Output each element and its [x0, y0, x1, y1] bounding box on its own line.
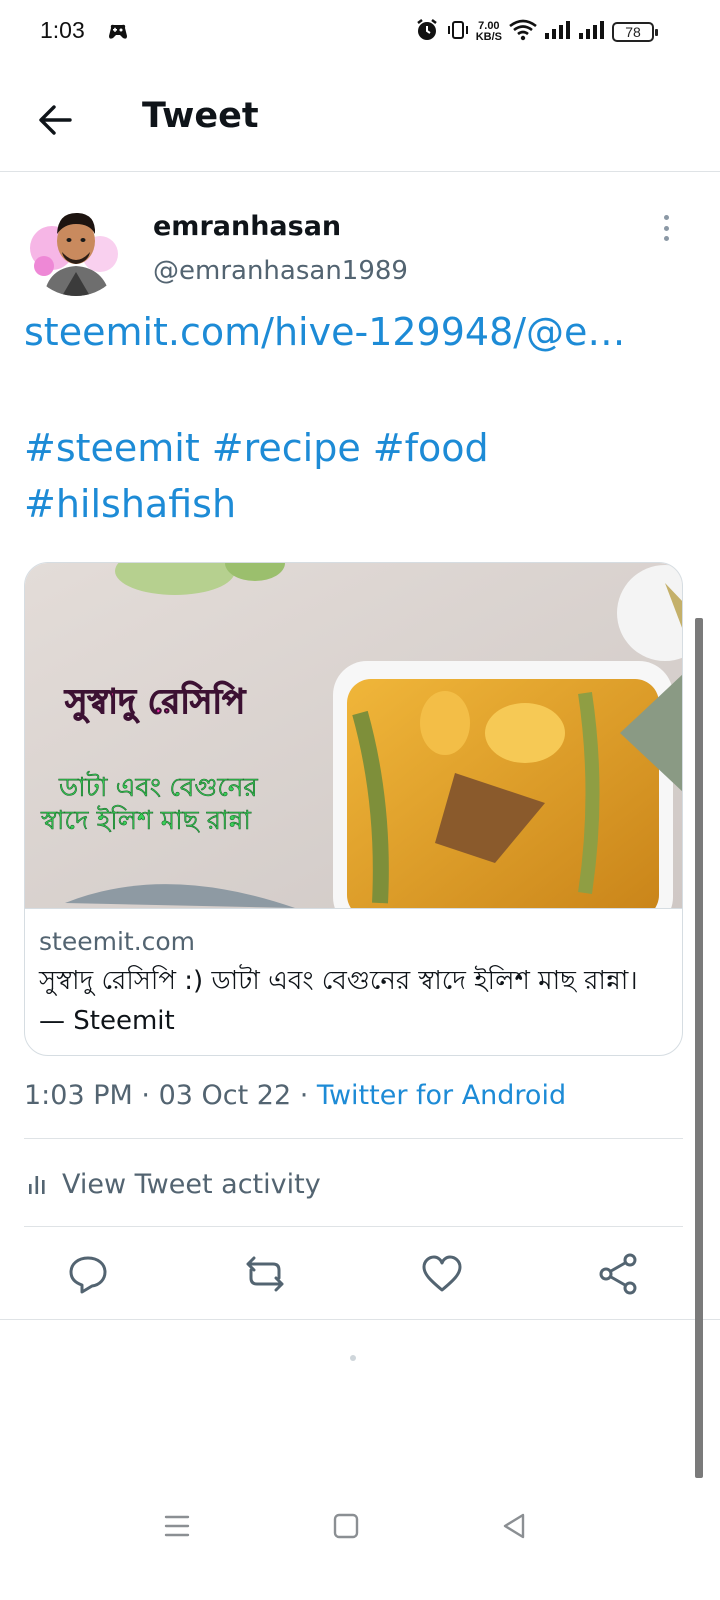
author-handle[interactable]: @emranhasan1989 [153, 256, 408, 286]
home-icon [333, 1513, 359, 1539]
arrow-left-icon [39, 105, 72, 135]
network-speed-unit: KB/S [475, 31, 502, 43]
signal-icon [544, 19, 572, 45]
hashtag-link[interactable]: #hilshafish [24, 482, 236, 526]
battery-icon: 78 [612, 22, 658, 42]
tweet-time: 1:03 PM [24, 1080, 133, 1111]
retweet-button[interactable] [243, 1252, 287, 1296]
loading-indicator [350, 1355, 356, 1361]
more-vertical-icon [663, 236, 669, 241]
share-icon [599, 1253, 637, 1295]
top-app-bar: Tweet [0, 64, 720, 172]
hashtag-link[interactable]: #food [373, 426, 489, 470]
card-image-text-line: স্বাদে ইলিশ মাছ রান্না [40, 805, 251, 836]
card-domain: steemit.com [39, 927, 196, 956]
hashtag-link[interactable]: #recipe [212, 426, 361, 470]
share-button[interactable] [596, 1252, 640, 1296]
tweet-meta: 1:03 PM · 03 Oct 22 · Twitter for Androi… [24, 1080, 566, 1111]
card-image: সুস্বাদু রেসিপি ডাটা এবং বেগুনের স্বাদে … [25, 563, 682, 908]
signal-icon [578, 19, 606, 45]
network-speed: 7.00 KB/S [476, 21, 502, 43]
more-options-button[interactable] [656, 212, 676, 244]
tweet-link[interactable]: steemit.com/hive-129948/@e… [24, 310, 654, 354]
meta-separator: · [299, 1080, 309, 1111]
back-button[interactable] [34, 98, 78, 142]
retweet-icon [246, 1256, 284, 1292]
recent-apps-button[interactable] [159, 1508, 195, 1544]
action-bar [0, 1228, 720, 1320]
menu-icon [164, 1515, 190, 1537]
activity-label: View Tweet activity [62, 1168, 321, 1200]
hashtag-link[interactable]: #steemit [24, 426, 200, 470]
author-display-name[interactable]: emranhasan [153, 211, 341, 242]
tweet-hashtags: #steemit #recipe #food #hilshafish [24, 420, 664, 532]
analytics-icon [29, 1176, 45, 1194]
tweet-date: 03 Oct 22 [158, 1080, 292, 1111]
view-tweet-activity-button[interactable]: View Tweet activity [24, 1162, 321, 1206]
vibrate-icon [446, 18, 470, 46]
status-icons: 7.00 KB/S 78 [414, 16, 658, 48]
meta-separator: · [141, 1080, 150, 1111]
system-back-button[interactable] [496, 1508, 532, 1544]
like-button[interactable] [420, 1252, 464, 1296]
divider [24, 1138, 683, 1139]
scrollbar[interactable] [695, 618, 703, 1478]
wifi-icon [508, 18, 538, 46]
status-bar: 1:03 7.00 KB/S 78 [0, 0, 720, 64]
alarm-icon [414, 17, 440, 47]
card-title: সুস্বাদু রেসিপি :) ডাটা এবং বেগুনের স্বা… [39, 966, 638, 1036]
card-image-text-line: ডাটা এবং বেগুনের [58, 771, 258, 803]
home-button[interactable] [328, 1508, 364, 1544]
more-vertical-icon [663, 225, 669, 231]
system-nav-bar [0, 1490, 720, 1560]
divider [24, 1226, 683, 1227]
card-body: steemit.com সুস্বাদু রেসিপি :) ডাটা এবং … [25, 908, 682, 1055]
like-icon [422, 1255, 462, 1292]
reply-button[interactable] [66, 1252, 110, 1296]
more-vertical-icon [663, 215, 669, 220]
page-title: Tweet [142, 96, 259, 136]
link-preview-card[interactable]: সুস্বাদু রেসিপি ডাটা এবং বেগুনের স্বাদে … [24, 562, 683, 1056]
reply-icon [69, 1256, 107, 1294]
status-time: 1:03 [40, 17, 85, 43]
game-icon [106, 20, 130, 44]
back-icon [503, 1513, 525, 1539]
tweet-source-link[interactable]: Twitter for Android [317, 1080, 566, 1111]
card-image-text-heading: সুস্বাদু রেসিপি [64, 681, 247, 723]
avatar[interactable] [26, 196, 126, 296]
